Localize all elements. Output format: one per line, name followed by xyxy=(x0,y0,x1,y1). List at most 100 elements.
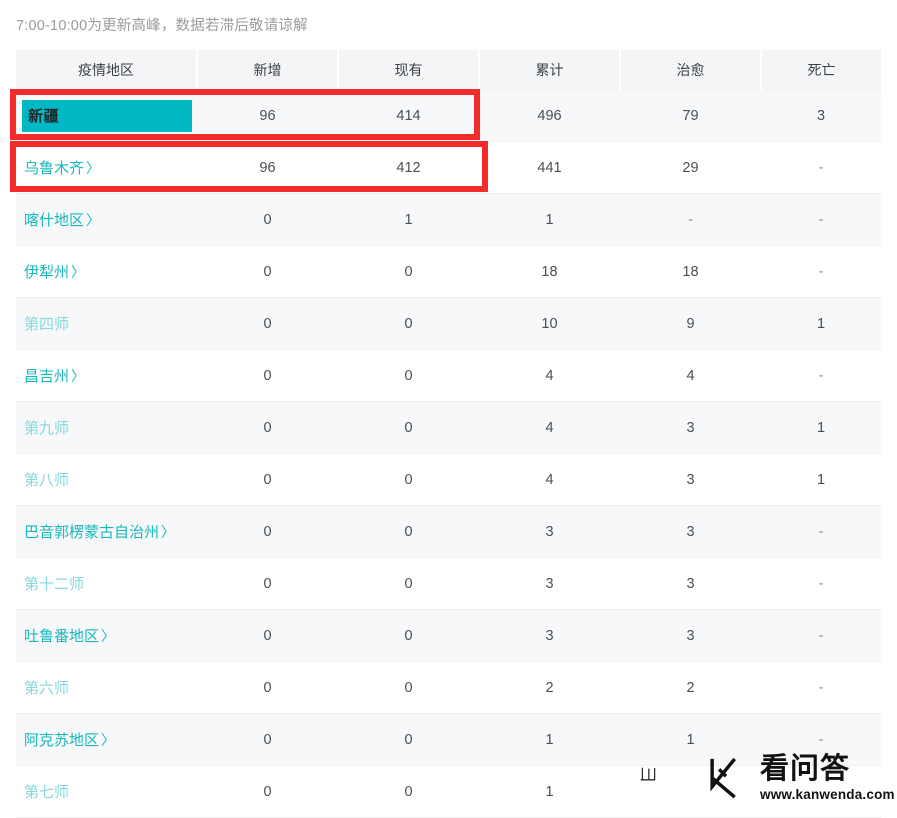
current-cell: 412 xyxy=(338,141,479,194)
total-cell: 2 xyxy=(479,661,620,714)
region-cell[interactable]: 乌鲁木齐〉 xyxy=(16,141,197,194)
table-row[interactable]: 阿克苏地区〉 0 0 1 1- xyxy=(16,713,881,766)
deaths-cell: - xyxy=(761,349,881,402)
new-cell: 0 xyxy=(197,609,338,662)
region-cell[interactable]: 巴音郭楞蒙古自治州〉 xyxy=(16,505,197,558)
table-row[interactable]: 第四师 0 0 10 9 1 xyxy=(16,297,881,350)
region-cell[interactable]: 喀什地区〉 xyxy=(16,193,197,246)
chevron-right-icon[interactable]: 〉 xyxy=(101,628,115,644)
current-cell: 0 xyxy=(338,713,479,766)
chevron-right-icon[interactable]: 〉 xyxy=(101,732,115,748)
new-cell: 0 xyxy=(197,245,338,298)
table-row[interactable]: 昌吉州〉 0 0 4 4- xyxy=(16,349,881,402)
cured-cell: - xyxy=(620,193,761,246)
cured-cell xyxy=(620,765,761,818)
chevron-right-icon[interactable]: 〉 xyxy=(71,264,85,280)
column-header-current[interactable]: 现有 xyxy=(338,50,480,90)
table-row[interactable]: 第六师 0 0 2 2- xyxy=(16,661,881,714)
region-cell[interactable]: 新疆 xyxy=(16,90,197,142)
table-row[interactable]: 新疆 96 414 496 79 3 xyxy=(16,90,881,142)
cured-cell: 3 xyxy=(620,453,761,506)
total-cell: 1 xyxy=(479,193,620,246)
region-cell[interactable]: 第十二师 xyxy=(16,557,197,610)
region-label[interactable]: 第七师 xyxy=(24,784,69,801)
no-data-dash: - xyxy=(818,731,824,748)
region-label[interactable]: 第四师 xyxy=(24,316,69,333)
region-cell[interactable]: 第八师 xyxy=(16,453,197,506)
header-row: 疫情地区 新增 现有 累计 治愈 死亡 xyxy=(16,50,881,90)
current-cell: 1 xyxy=(338,193,479,246)
region-cell[interactable]: 伊犁州〉 xyxy=(16,245,197,298)
total-cell: 1 xyxy=(479,713,620,766)
new-cell: 0 xyxy=(197,193,338,246)
deaths-cell: - xyxy=(761,245,881,298)
epidemic-region-table-wrapper: 疫情地区 新增 现有 累计 治愈 死亡 新疆 96 414 496 79 3 乌鲁木齐〉 96… xyxy=(16,50,881,818)
cured-cell: 3 xyxy=(620,609,761,662)
chevron-right-icon[interactable]: 〉 xyxy=(86,212,100,228)
region-cell[interactable]: 第六师 xyxy=(16,661,197,714)
current-cell: 414 xyxy=(338,90,479,142)
deaths-cell: - xyxy=(761,141,881,194)
column-header-cured[interactable]: 治愈 xyxy=(620,50,762,90)
table-row[interactable]: 伊犁州〉 0 0 18 18- xyxy=(16,245,881,298)
table-row[interactable]: 第八师 0 0 4 3 1 xyxy=(16,453,881,506)
new-cell: 96 xyxy=(197,90,338,142)
region-label[interactable]: 第九师 xyxy=(24,420,69,437)
region-label[interactable]: 第十二师 xyxy=(24,576,84,593)
cured-cell: 9 xyxy=(620,297,761,350)
table-row[interactable]: 第九师 0 0 4 3 1 xyxy=(16,401,881,454)
region-label[interactable]: 喀什地区 xyxy=(24,212,84,229)
new-cell: 0 xyxy=(197,453,338,506)
region-label[interactable]: 巴音郭楞蒙古自治州 xyxy=(24,524,159,541)
region-label[interactable]: 伊犁州 xyxy=(24,264,69,281)
table-row[interactable]: 吐鲁番地区〉 0 0 3 3- xyxy=(16,609,881,662)
region-cell[interactable]: 阿克苏地区〉 xyxy=(16,713,197,766)
region-label[interactable]: 第六师 xyxy=(24,680,69,697)
region-label[interactable]: 昌吉州 xyxy=(24,368,69,385)
region-cell[interactable]: 第七师 xyxy=(16,765,197,818)
current-cell: 0 xyxy=(338,297,479,350)
table-row[interactable]: 乌鲁木齐〉 96 412 441 29- xyxy=(16,141,881,194)
deaths-cell: - xyxy=(761,193,881,246)
table-row[interactable]: 喀什地区〉 0 1 1- - xyxy=(16,193,881,246)
new-cell: 0 xyxy=(197,401,338,454)
total-cell: 10 xyxy=(479,297,620,350)
region-cell[interactable]: 第九师 xyxy=(16,401,197,454)
table-row[interactable]: 第十二师 0 0 3 3- xyxy=(16,557,881,610)
deaths-cell: - xyxy=(761,661,881,714)
new-cell: 96 xyxy=(197,141,338,194)
total-cell: 3 xyxy=(479,505,620,558)
table-row[interactable]: 巴音郭楞蒙古自治州〉 0 0 3 3- xyxy=(16,505,881,558)
current-cell: 0 xyxy=(338,505,479,558)
deaths-cell xyxy=(761,765,881,818)
column-header-new[interactable]: 新增 xyxy=(197,50,339,90)
region-label[interactable]: 阿克苏地区 xyxy=(24,732,99,749)
cured-cell: 79 xyxy=(620,90,761,142)
deaths-cell: 1 xyxy=(761,297,881,350)
current-cell: 0 xyxy=(338,557,479,610)
total-cell: 4 xyxy=(479,401,620,454)
region-cell[interactable]: 第四师 xyxy=(16,297,197,350)
chevron-right-icon[interactable]: 〉 xyxy=(71,368,85,384)
column-header-total[interactable]: 累计 xyxy=(479,50,621,90)
region-label[interactable]: 吐鲁番地区 xyxy=(24,628,99,645)
region-cell[interactable]: 昌吉州〉 xyxy=(16,349,197,402)
no-data-dash: - xyxy=(818,159,824,176)
cured-cell: 29 xyxy=(620,141,761,194)
region-cell[interactable]: 吐鲁番地区〉 xyxy=(16,609,197,662)
cured-cell: 3 xyxy=(620,505,761,558)
total-cell: 1 xyxy=(479,765,620,818)
column-header-region[interactable]: 疫情地区 xyxy=(16,50,198,90)
current-cell: 0 xyxy=(338,661,479,714)
region-label[interactable]: 第八师 xyxy=(24,472,69,489)
chevron-right-icon[interactable]: 〉 xyxy=(86,160,100,176)
region-label-selected[interactable]: 新疆 xyxy=(22,99,192,132)
column-header-deaths[interactable]: 死亡 xyxy=(761,50,881,90)
chevron-right-icon[interactable]: 〉 xyxy=(161,524,175,540)
region-label[interactable]: 乌鲁木齐 xyxy=(24,160,84,177)
cured-cell: 1 xyxy=(620,713,761,766)
no-data-dash: - xyxy=(818,627,824,644)
current-cell: 0 xyxy=(338,453,479,506)
table-row[interactable]: 第七师 0 0 1 xyxy=(16,765,881,818)
cured-cell: 3 xyxy=(620,401,761,454)
